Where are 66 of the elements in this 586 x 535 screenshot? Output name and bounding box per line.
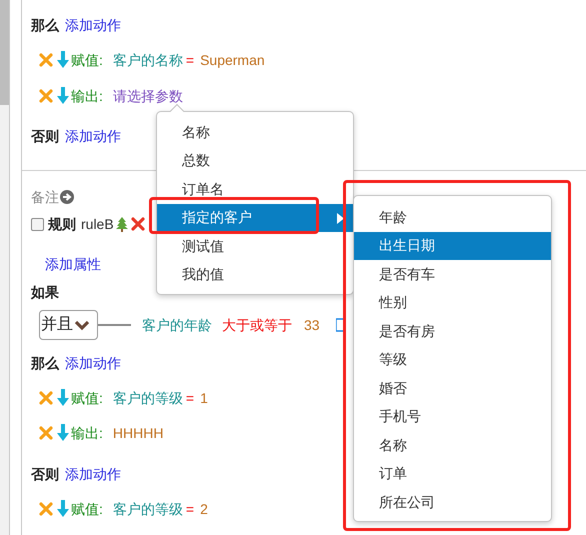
- action-target[interactable]: 客户的等级: [112, 498, 183, 520]
- arrow-down-icon[interactable]: [56, 389, 70, 407]
- action-value[interactable]: HHHHH: [112, 422, 164, 444]
- menu-item[interactable]: 订单: [354, 460, 551, 488]
- join-select[interactable]: 并且: [39, 310, 98, 340]
- arrow-down-icon[interactable]: [56, 424, 70, 442]
- action-value[interactable]: Superman: [200, 50, 265, 70]
- action-type: 输出:: [71, 86, 103, 106]
- section-label: 那么: [31, 354, 59, 372]
- menu-item[interactable]: 订单名: [157, 175, 353, 204]
- menu-item[interactable]: 指定的客户: [157, 204, 353, 232]
- menu-item[interactable]: 是否有车: [354, 260, 551, 288]
- action-value[interactable]: 2: [200, 498, 208, 520]
- chevron-down-icon[interactable]: [74, 319, 90, 331]
- action-operator: =: [186, 500, 194, 518]
- arrow-down-icon[interactable]: [56, 87, 70, 105]
- add-action-link[interactable]: 添加动作: [65, 352, 121, 374]
- menu-item[interactable]: 名称: [157, 118, 353, 146]
- menu-item[interactable]: 名称: [354, 431, 551, 460]
- menu-item[interactable]: 年龄: [354, 203, 551, 232]
- remark-label: 备注: [31, 188, 59, 206]
- menu-item[interactable]: 等级: [354, 346, 551, 374]
- scrollbar-thumb[interactable]: [0, 0, 9, 105]
- delete-icon[interactable]: [39, 53, 53, 67]
- condition-operator[interactable]: 大于或等于: [222, 314, 292, 336]
- action-type: 赋值:: [71, 500, 103, 518]
- arrow-down-icon[interactable]: [56, 500, 70, 518]
- delete-icon[interactable]: [130, 217, 145, 231]
- delete-icon[interactable]: [39, 89, 53, 103]
- action-type: 输出:: [71, 424, 103, 442]
- menu-item[interactable]: 我的值: [157, 260, 353, 289]
- arrow-right-circle-icon[interactable]: [60, 190, 74, 204]
- tree-icon[interactable]: [116, 216, 128, 232]
- menu-item[interactable]: 总数: [157, 146, 353, 175]
- action-target[interactable]: 客户的等级: [112, 388, 183, 408]
- menu-item[interactable]: 出生日期: [354, 232, 551, 260]
- action-type: 赋值:: [71, 388, 103, 408]
- menu-item[interactable]: 手机号: [354, 402, 551, 431]
- arrow-down-icon[interactable]: [56, 51, 70, 69]
- action-target[interactable]: 客户的名称: [112, 50, 183, 70]
- action-value[interactable]: 请选择参数: [112, 86, 183, 106]
- menu-item[interactable]: 婚否: [354, 374, 551, 402]
- delete-icon[interactable]: [39, 391, 53, 405]
- add-action-link[interactable]: 添加动作: [65, 126, 121, 146]
- action-operator: =: [186, 50, 194, 70]
- section-label: 那么: [31, 16, 59, 34]
- action-value[interactable]: 1: [200, 388, 208, 408]
- delete-icon[interactable]: [39, 502, 53, 516]
- menu-item[interactable]: 性别: [354, 288, 551, 317]
- section-label: 否则: [31, 464, 59, 484]
- action-operator: =: [186, 388, 194, 408]
- menu-item[interactable]: 测试值: [157, 232, 353, 260]
- rule-label: 规则: [48, 214, 76, 234]
- action-type: 赋值:: [71, 50, 103, 70]
- delete-icon[interactable]: [39, 426, 53, 440]
- menu-item[interactable]: 所在公司: [354, 488, 551, 516]
- add-action-link[interactable]: 添加动作: [65, 14, 121, 36]
- add-action-link[interactable]: 添加动作: [65, 464, 121, 484]
- add-attribute-link[interactable]: 添加属性: [45, 254, 101, 274]
- rule-checkbox[interactable]: [31, 218, 44, 230]
- if-label: 如果: [31, 282, 59, 302]
- menu-item[interactable]: 是否有房: [354, 317, 551, 346]
- section-label: 否则: [31, 126, 59, 146]
- rule-name: ruleB: [81, 214, 114, 234]
- condition-value[interactable]: 33: [304, 314, 320, 336]
- condition-field[interactable]: 客户的年龄: [142, 314, 212, 336]
